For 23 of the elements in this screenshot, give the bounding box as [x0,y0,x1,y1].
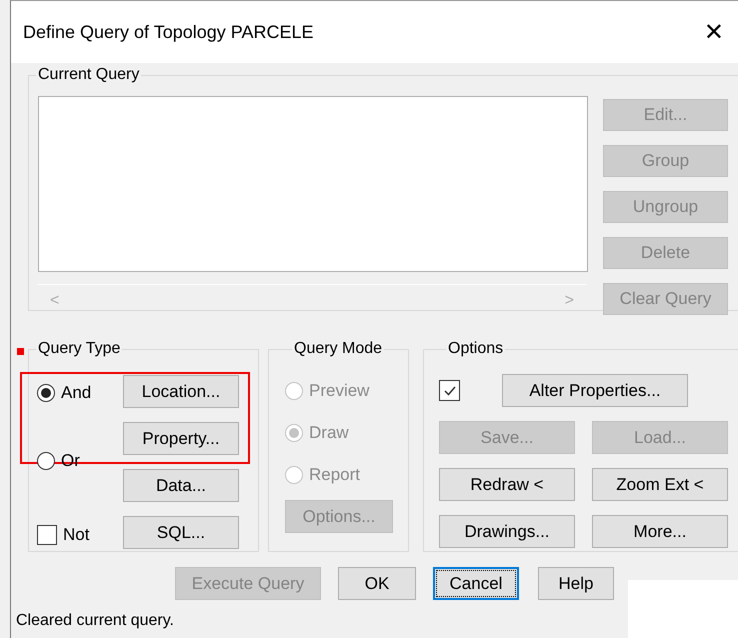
dialog-button[interactable]: Cancel [433,567,519,600]
close-button[interactable]: ✕ [704,18,738,46]
checkbox[interactable] [439,380,460,401]
query-type-button[interactable]: Location... [123,375,239,408]
not-checkbox[interactable]: Not [37,525,90,545]
options-button[interactable]: Redraw < [439,468,575,501]
status-text: Cleared current query. [16,612,175,630]
alter-properties-button[interactable]: Alter Properties... [502,374,688,407]
query-type-button[interactable]: Property... [123,422,239,455]
radio-option[interactable]: And [37,383,92,403]
options-button[interactable]: More... [592,515,728,548]
dialog-button[interactable]: OK [338,567,416,600]
group-label: Query Mode [293,340,384,358]
group-label: Options [447,340,504,358]
options-button[interactable]: Zoom Ext < [592,468,728,501]
group-label: Query Type [37,340,122,358]
options-button[interactable]: Drawings... [439,515,575,548]
group-label: Current Query [37,66,140,84]
query-type-button[interactable]: SQL... [123,516,239,549]
annotation-marker [17,348,24,355]
window-title: Define Query of Topology PARCELE [23,22,314,42]
query-type-button[interactable]: Data... [123,469,239,502]
dialog-button[interactable]: Help [538,567,614,600]
